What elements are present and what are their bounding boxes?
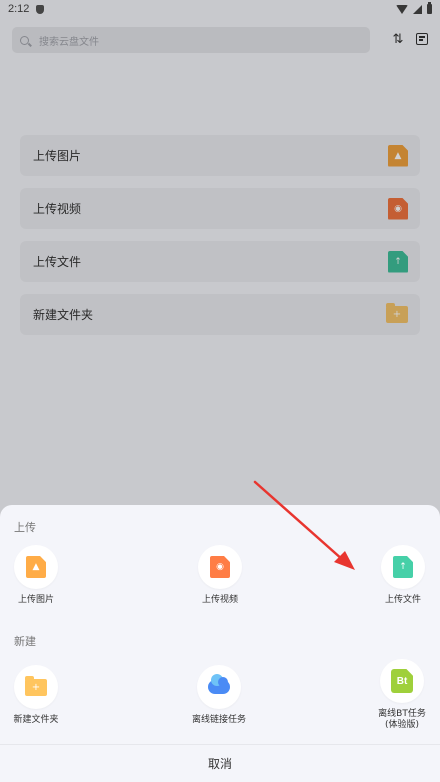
upload-video-circle: ◉ <box>198 545 242 589</box>
new-folder-circle: + <box>14 665 58 709</box>
offline-bt-circle: Bt <box>380 659 424 703</box>
upload-file-label: 上传文件 <box>384 595 421 605</box>
offline-link-task-button[interactable]: 离线链接任务 <box>174 665 264 726</box>
offline-link-label: 离线链接任务 <box>191 715 246 725</box>
offline-bt-label: 离线BT任务 (体验版) <box>378 709 426 730</box>
upload-file-icon: ↑ <box>393 556 413 578</box>
folder-icon: + <box>25 675 47 696</box>
new-section-title: 新建 <box>14 635 36 648</box>
offline-link-circle <box>197 665 241 709</box>
upload-video-label: 上传视频 <box>201 595 238 605</box>
upload-image-label: 上传图片 <box>17 595 54 605</box>
action-bottom-sheet: 上传 ▲ 上传图片 ◉ 上传视频 ↑ 上传文件 新建 + 新建文件夹 离线链接任… <box>0 505 440 782</box>
bt-file-icon: Bt <box>391 669 413 693</box>
upload-section-title: 上传 <box>14 521 36 534</box>
upload-video-button[interactable]: ◉ 上传视频 <box>175 545 265 606</box>
cancel-button[interactable]: 取消 <box>0 744 440 782</box>
new-folder-label: 新建文件夹 <box>13 715 59 725</box>
upload-image-button[interactable]: ▲ 上传图片 <box>0 545 81 606</box>
new-folder-button[interactable]: + 新建文件夹 <box>0 665 81 726</box>
upload-file-circle: ↑ <box>381 545 425 589</box>
upload-file-button[interactable]: ↑ 上传文件 <box>358 545 440 606</box>
offline-bt-task-button[interactable]: Bt 离线BT任务 (体验版) <box>357 659 440 731</box>
upload-image-circle: ▲ <box>14 545 58 589</box>
video-file-icon: ◉ <box>210 556 230 578</box>
cloud-link-icon <box>208 674 230 694</box>
image-file-icon: ▲ <box>26 556 46 578</box>
